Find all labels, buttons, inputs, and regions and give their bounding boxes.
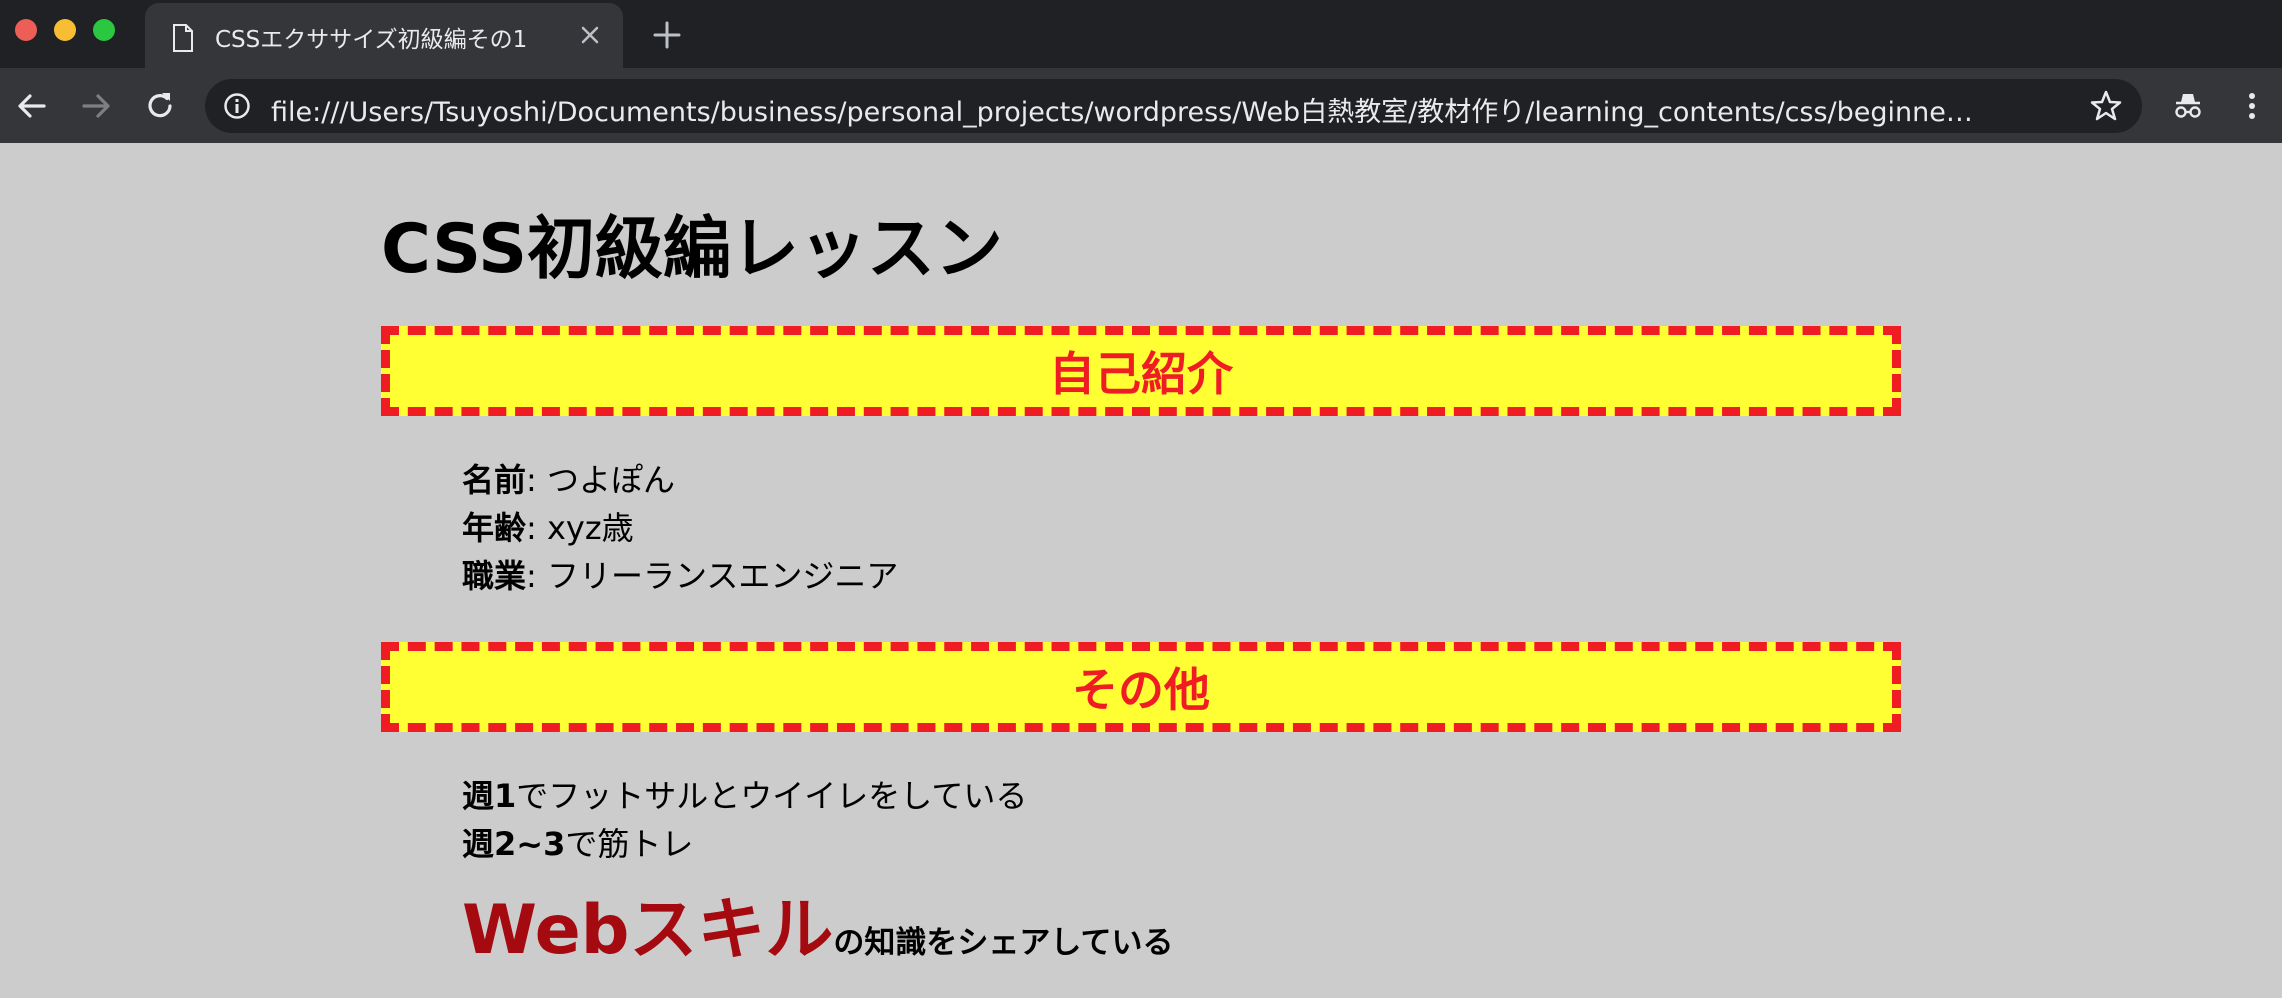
maximize-window-button[interactable] [93, 19, 115, 41]
profile-label: 名前 [462, 461, 527, 499]
section-heading-other: その他 [381, 642, 1901, 732]
menu-dots-icon[interactable] [2234, 88, 2270, 124]
active-tab[interactable]: CSSエクササイズ初級編その1 [145, 3, 623, 68]
section-heading-text: 自己紹介 [1049, 347, 1233, 401]
profile-value: フリーランスエンジニア [546, 557, 899, 595]
back-arrow-icon[interactable] [14, 88, 50, 124]
address-bar[interactable]: file:///Users/Tsuyoshi/Documents/busines… [205, 79, 2142, 133]
forward-arrow-icon[interactable] [78, 88, 114, 124]
info-icon[interactable] [223, 92, 251, 120]
profile-separator: : [526, 461, 547, 499]
highlight-big-text: Webスキル [462, 891, 834, 970]
document-icon [173, 24, 193, 52]
reload-icon[interactable] [142, 88, 178, 124]
profile-row-name: 名前: つよぽん [462, 456, 898, 504]
section-heading-text: その他 [1072, 663, 1210, 717]
profile-separator: : [526, 509, 547, 547]
other-row-training: 週2~3で筋トレ [462, 820, 1173, 868]
profile-row-job: 職業: フリーランスエンジニア [462, 552, 898, 600]
section-heading-profile: 自己紹介 [381, 326, 1901, 416]
profile-separator: : [526, 557, 547, 595]
browser-toolbar: file:///Users/Tsuyoshi/Documents/busines… [0, 68, 2282, 143]
highlight-row: Webスキルの知識をシェアしている [462, 874, 1173, 973]
other-text: で筋トレ [565, 825, 694, 863]
close-icon[interactable] [577, 22, 603, 48]
page-content: CSS初級編レッスン 自己紹介 名前: つよぽん 年齢: xyz歳 職業: フリ… [0, 143, 2282, 998]
profile-row-age: 年齢: xyz歳 [462, 504, 898, 552]
other-bold: 週2~3 [462, 825, 566, 863]
browser-window: CSSエクササイズ初級編その1 file:///Users/Tsuyoshi/D… [0, 0, 2282, 998]
profile-label: 年齢 [462, 509, 527, 547]
profile-label: 職業 [462, 557, 527, 595]
tab-title: CSSエクササイズ初級編その1 [215, 27, 528, 53]
profile-list: 名前: つよぽん 年齢: xyz歳 職業: フリーランスエンジニア [462, 456, 898, 600]
other-list: 週1でフットサルとウイイレをしている 週2~3で筋トレ Webスキルの知識をシェ… [462, 772, 1173, 973]
plus-icon[interactable] [652, 20, 682, 50]
profile-value: xyz歳 [546, 509, 634, 547]
profile-value: つよぽん [546, 461, 675, 499]
minimize-window-button[interactable] [54, 19, 76, 41]
url-text[interactable]: file:///Users/Tsuyoshi/Documents/busines… [271, 90, 1981, 129]
other-text: でフットサルとウイイレをしている [516, 777, 1028, 815]
star-icon[interactable] [2089, 89, 2123, 123]
close-window-button[interactable] [15, 19, 37, 41]
tab-bar: CSSエクササイズ初級編その1 [0, 0, 2282, 68]
other-bold: 週1 [462, 777, 517, 815]
incognito-icon[interactable] [2170, 88, 2206, 124]
other-row-futsal: 週1でフットサルとウイイレをしている [462, 772, 1173, 820]
highlight-tail-text: の知識をシェアしている [833, 925, 1174, 961]
page-title: CSS初級編レッスン [381, 210, 1004, 289]
